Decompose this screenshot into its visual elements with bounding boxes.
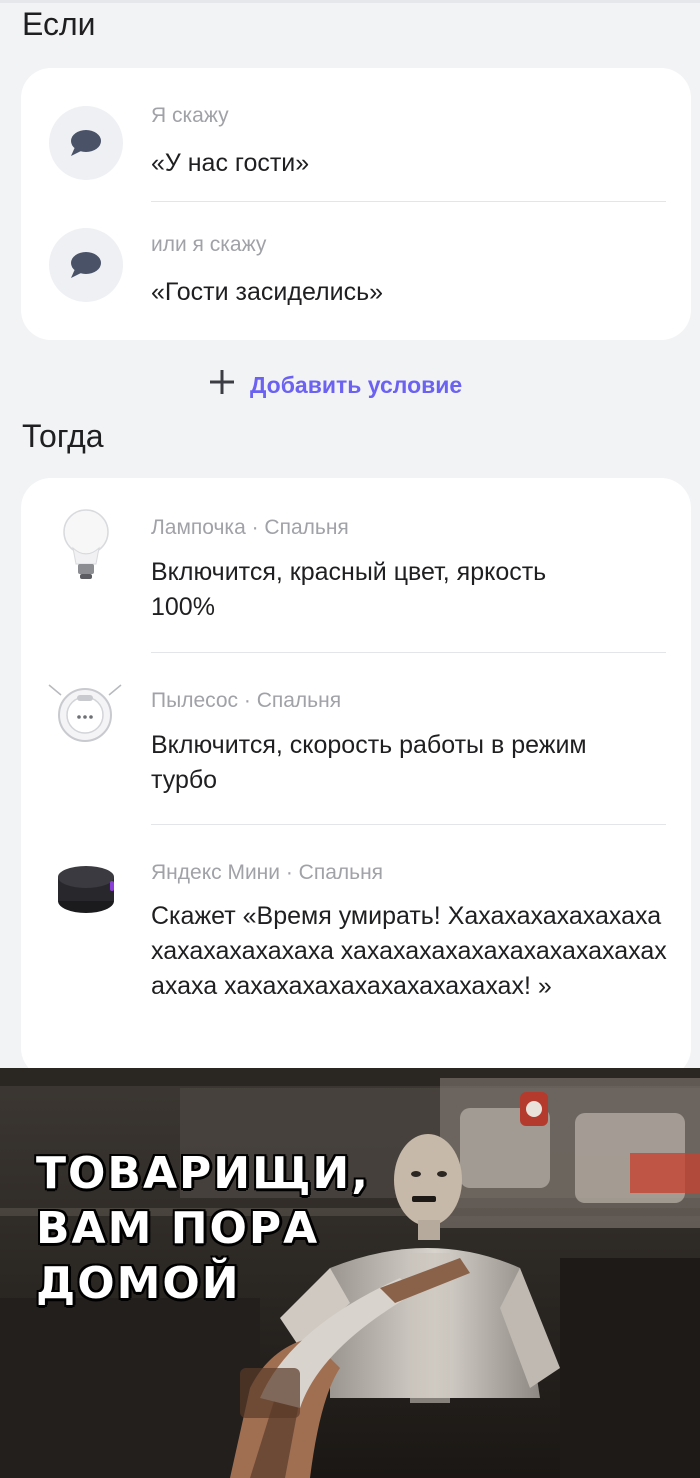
action-description: Скажет «Время умирать! Хахахахахахахахах…: [151, 902, 667, 1000]
meme-image: ТОВАРИЩИ, ВАМ ПОРА ДОМОЙ: [0, 1068, 700, 1478]
speech-bubble-icon: [49, 228, 123, 302]
plus-icon: [208, 368, 236, 402]
condition-phrase: «У нас гости»: [151, 149, 310, 177]
if-section-title: Если: [22, 6, 96, 42]
condition-phrase: «Гости засиделись»: [151, 278, 384, 306]
caption-line: ВАМ ПОРА: [36, 1203, 320, 1254]
then-section-title: Тогда: [22, 418, 104, 454]
device-label: Пылесос · Спальня: [151, 689, 342, 712]
speech-bubble-icon: [49, 106, 123, 180]
device-label: Лампочка · Спальня: [151, 516, 349, 539]
condition-row[interactable]: Я скажу «У нас гости»: [21, 68, 691, 203]
divider: [151, 201, 666, 202]
condition-label: или я скажу: [151, 233, 267, 256]
robot-vacuum-icon: [47, 681, 123, 748]
action-row[interactable]: Пылесос · Спальня Включится, скорость ра…: [21, 653, 691, 825]
conditions-card: Я скажу «У нас гости» или я скажу «Гости…: [21, 68, 691, 340]
add-condition-button[interactable]: Добавить условие: [208, 368, 462, 402]
light-bulb-icon: [61, 508, 111, 587]
add-condition-label: Добавить условие: [250, 371, 463, 398]
device-label: Яндекс Мини · Спальня: [151, 861, 384, 884]
actions-card: Лампочка · Спальня Включится, красный цв…: [21, 478, 691, 1078]
smart-speaker-icon: [55, 859, 117, 924]
caption-line: ТОВАРИЩИ,: [36, 1148, 370, 1199]
action-row[interactable]: Лампочка · Спальня Включится, красный цв…: [21, 478, 691, 653]
action-description: Включится, скорость работы в режим турбо: [151, 731, 587, 794]
meme-caption: ТОВАРИЩИ, ВАМ ПОРА ДОМОЙ: [36, 1146, 370, 1311]
caption-line: ДОМОЙ: [36, 1258, 241, 1309]
action-row[interactable]: Яндекс Мини · Спальня Скажет «Время умир…: [21, 825, 691, 1078]
action-description: Включится, красный цвет, яркость 100%: [151, 558, 547, 621]
top-divider: [0, 0, 700, 3]
condition-row[interactable]: или я скажу «Гости засиделись»: [21, 203, 691, 340]
condition-label: Я скажу: [151, 104, 229, 127]
